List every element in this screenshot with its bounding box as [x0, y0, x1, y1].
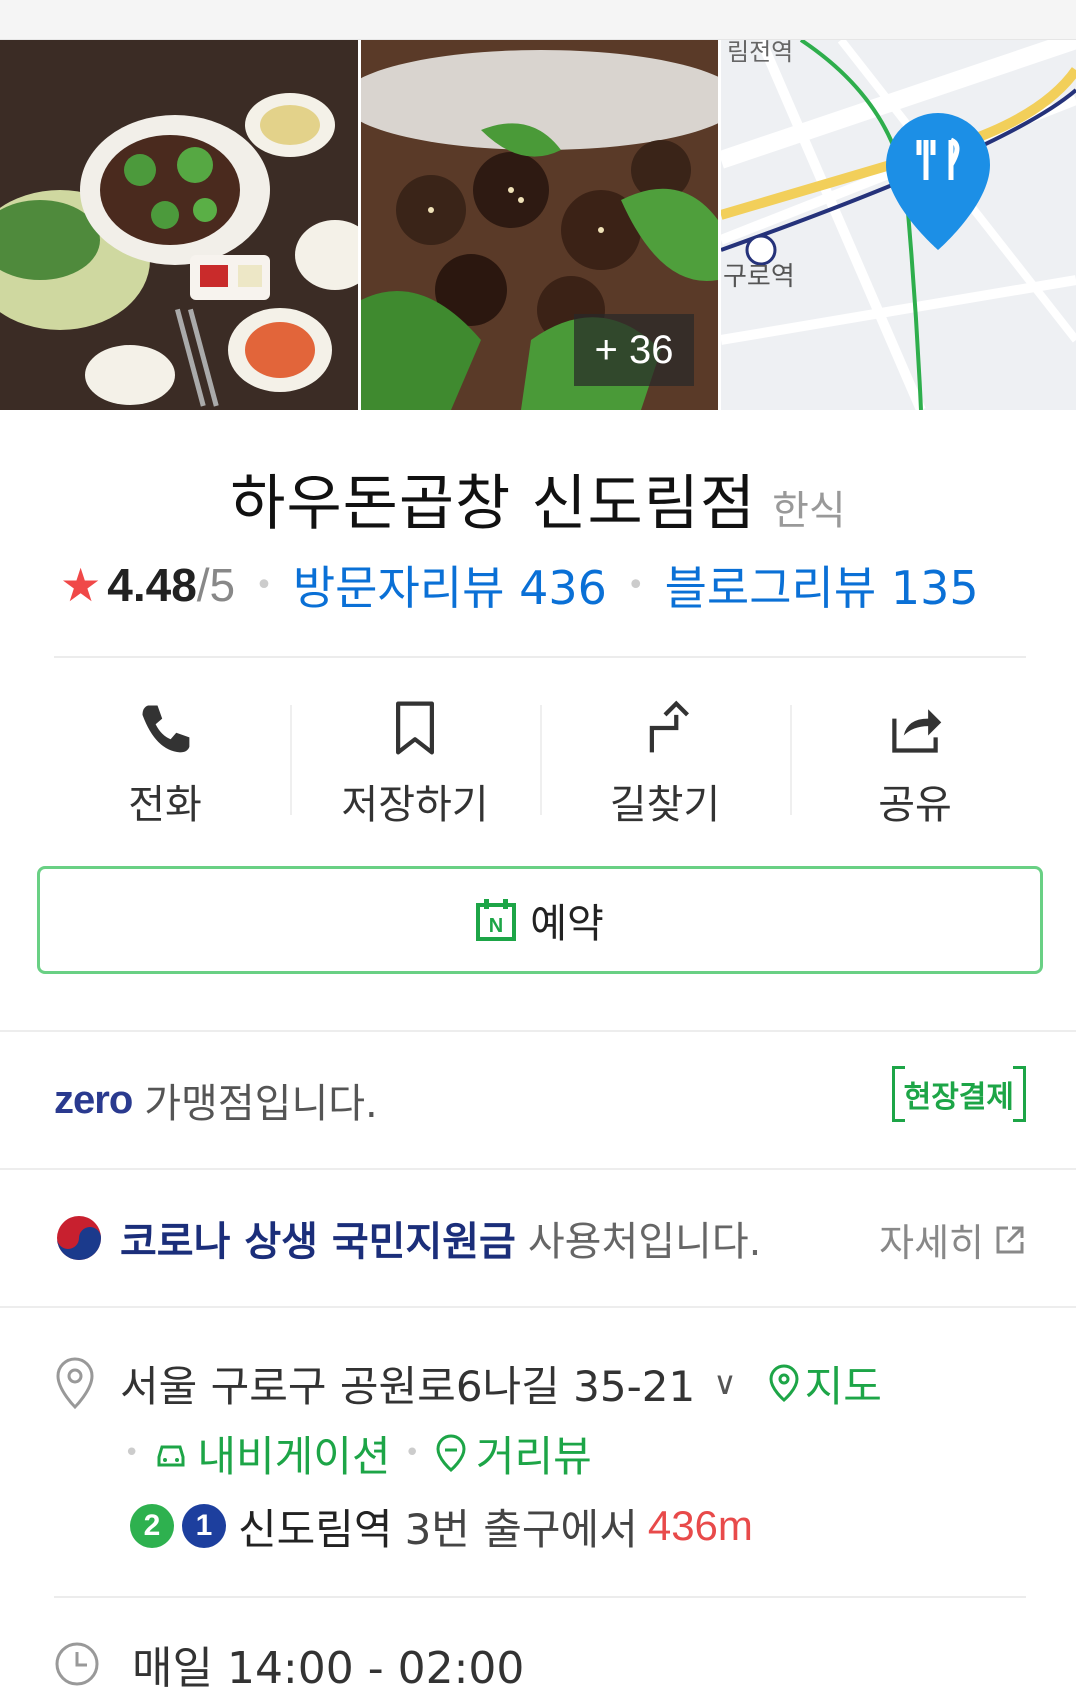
- save-button[interactable]: 저장하기: [290, 690, 540, 830]
- photo-food-table[interactable]: [0, 40, 358, 410]
- address-text: 서울 구로구 공원로6나길 35-21: [120, 1361, 696, 1411]
- divider: [54, 656, 1026, 658]
- korea-taegeuk-icon: [57, 1216, 101, 1260]
- location-pin-icon: [56, 1357, 94, 1410]
- hours-row[interactable]: 매일 14:00 - 02:00: [54, 1632, 1026, 1696]
- rating-max: /5: [196, 559, 236, 611]
- share-button[interactable]: 공유: [790, 690, 1040, 830]
- zero-pay-logo: zero: [54, 1077, 133, 1122]
- station-name: 신도림역: [238, 1504, 393, 1554]
- section-separator: [0, 1306, 1076, 1308]
- place-header: 하우돈곱창 신도림점 한식: [0, 455, 1076, 542]
- action-label: 저장하기: [341, 782, 489, 828]
- svg-text:N: N: [489, 915, 503, 937]
- rating-row: ★ 4.48/5 • 방문자리뷰 436 • 블로그리뷰 135: [60, 555, 1040, 615]
- place-category: 한식: [772, 488, 846, 534]
- action-label: 공유: [878, 782, 952, 828]
- onsite-payment-badge: 현장결제: [891, 1066, 1027, 1122]
- clock-icon: [55, 1642, 99, 1686]
- photo-food-closeup[interactable]: + 36: [361, 40, 718, 410]
- separator-dot: •: [404, 1438, 420, 1468]
- navigation-link[interactable]: 내비게이션: [153, 1423, 391, 1484]
- zero-pay-row: zero 가맹점입니다. 현장결제: [54, 1060, 1027, 1140]
- corona-support-title: 코로나 상생 국민지원금: [120, 1219, 516, 1265]
- divider: [54, 1596, 1026, 1598]
- reserve-button[interactable]: N 예약: [37, 866, 1043, 974]
- star-icon: ★: [60, 558, 102, 612]
- map-station-label-left: 구로역: [723, 262, 795, 292]
- section-separator: [0, 1168, 1076, 1170]
- action-label: 전화: [128, 782, 202, 828]
- streetview-link[interactable]: 거리뷰: [434, 1423, 592, 1484]
- car-icon: [157, 1445, 185, 1467]
- rating-value: 4.48: [107, 559, 197, 611]
- corona-support-text: 사용처입니다.: [527, 1219, 762, 1265]
- more-photos-badge[interactable]: + 36: [574, 314, 694, 386]
- browser-top-bar: [0, 0, 1076, 40]
- map-station-label-top: 림전역: [727, 40, 793, 66]
- map-link-label: 지도: [804, 1361, 882, 1411]
- separator-dot: •: [255, 567, 273, 603]
- share-icon: [892, 709, 942, 753]
- navigation-label: 내비게이션: [197, 1431, 391, 1481]
- directions-button[interactable]: 길찾기: [540, 690, 790, 830]
- corona-support-row: 코로나 상생 국민지원금 사용처입니다. 자세히: [54, 1198, 1026, 1278]
- business-hours: 매일 14:00 - 02:00: [132, 1643, 525, 1694]
- action-bar: 전화 저장하기 길찾기 공유: [40, 690, 1040, 830]
- blog-reviews-link[interactable]: 블로그리뷰 135: [665, 552, 979, 618]
- streetview-pin-icon: [436, 1434, 466, 1472]
- streetview-label: 거리뷰: [475, 1431, 592, 1481]
- subway-line-2-badge: 2: [130, 1504, 174, 1548]
- map-thumbnail[interactable]: 림전역 구로역: [721, 40, 1076, 410]
- station-distance: 436m: [647, 1502, 753, 1549]
- address-section: 서울 구로구 공원로6나길 35-21 ∨ 지도 • 내비게이션 • 거리뷰 2…: [54, 1348, 1034, 1564]
- section-separator: [0, 1030, 1076, 1032]
- place-name: 하우돈곱창 신도림점: [230, 469, 757, 539]
- visitor-reviews-link[interactable]: 방문자리뷰 436: [293, 552, 607, 618]
- subway-line-1-badge: 1: [182, 1504, 226, 1548]
- detail-link[interactable]: 자세히: [879, 1212, 1026, 1267]
- chevron-down-icon[interactable]: ∨: [713, 1364, 736, 1402]
- call-button[interactable]: 전화: [40, 690, 290, 830]
- map-pin-icon: [769, 1364, 799, 1402]
- station-exit: 3번 출구에서: [404, 1504, 638, 1554]
- bookmark-icon: [396, 701, 434, 755]
- directions-icon: [649, 700, 689, 753]
- action-label: 길찾기: [609, 782, 721, 828]
- zero-pay-text: 가맹점입니다.: [144, 1081, 378, 1127]
- separator-dot: •: [626, 567, 645, 603]
- external-link-icon: [996, 1226, 1024, 1253]
- naver-calendar-icon: N: [476, 899, 517, 941]
- map-link[interactable]: 지도: [767, 1353, 882, 1414]
- detail-label: 자세히: [879, 1221, 984, 1265]
- photo-strip[interactable]: + 36 림전역 구로역: [0, 40, 1076, 410]
- phone-icon: [142, 705, 190, 753]
- separator-dot: •: [124, 1438, 140, 1468]
- reserve-label: 예약: [530, 901, 604, 947]
